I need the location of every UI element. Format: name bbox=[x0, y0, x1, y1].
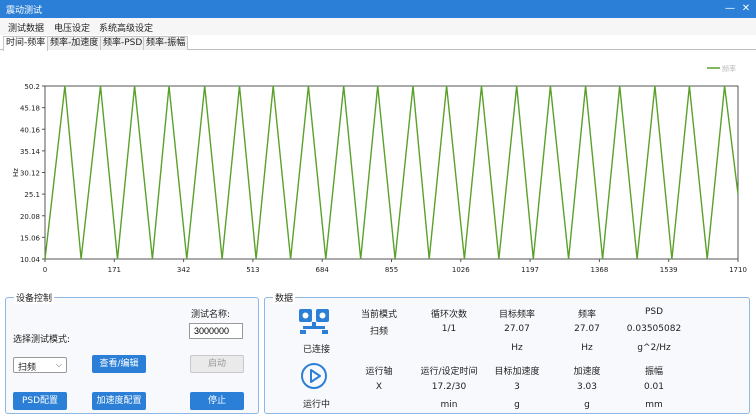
unit-target-acceleration: g bbox=[514, 400, 520, 410]
header-cycle-count: 循环次数 bbox=[430, 310, 467, 320]
x-tick-label: 171 bbox=[108, 266, 121, 274]
x-tick-label: 1710 bbox=[729, 266, 747, 274]
x-tick-label: 0 bbox=[43, 266, 47, 274]
accel-config-button[interactable]: 加速度配置 bbox=[92, 392, 146, 410]
menu-bar: 测试数据 电压设定 系统高级设定 bbox=[0, 18, 756, 35]
unit-run-set-time: min bbox=[440, 400, 458, 410]
x-tick-label: 1539 bbox=[660, 266, 678, 274]
tab-bar: 时间-频率 频率-加速度 频率-PSD 频率-振幅 bbox=[0, 35, 756, 51]
header-acceleration: 加速度 bbox=[573, 367, 601, 377]
tab-frequency-psd[interactable]: 频率-PSD bbox=[100, 36, 146, 50]
unit-amplitude: mm bbox=[645, 400, 663, 410]
device-control-title: 设备控制 bbox=[14, 291, 55, 304]
device-control-panel: 设备控制 测试名称: 选择测试模式: 扫频 ⌵ 查看/编辑 启动 PSD配置 加… bbox=[5, 291, 259, 414]
x-tick-label: 855 bbox=[385, 266, 398, 274]
header-run-axis: 运行轴 bbox=[365, 367, 393, 377]
mode-select[interactable]: 扫频 ⌵ bbox=[13, 357, 67, 373]
y-tick-label: 30.12 bbox=[20, 170, 40, 178]
value-target-acceleration: 3 bbox=[514, 382, 520, 392]
menu-voltage-setting[interactable]: 电压设定 bbox=[54, 21, 90, 34]
psd-config-button[interactable]: PSD配置 bbox=[13, 392, 67, 410]
frequency-series-line bbox=[44, 85, 739, 260]
value-acceleration: 3.03 bbox=[576, 382, 598, 392]
close-button[interactable]: ✕ bbox=[738, 1, 754, 17]
stop-button[interactable]: 停止 bbox=[190, 392, 244, 410]
x-tick-label: 1368 bbox=[590, 266, 608, 274]
start-button[interactable]: 启动 bbox=[190, 355, 244, 373]
legend-label: 频率 bbox=[722, 64, 736, 73]
tab-time-frequency[interactable]: 时间-频率 bbox=[3, 36, 49, 51]
x-tick-label: 1197 bbox=[521, 266, 539, 274]
data-panel-title: 数据 bbox=[273, 291, 296, 304]
time-frequency-chart: 50.2 45.18 40.16 35.14 30.12 25.1 20.08 15.06 10… bbox=[0, 51, 756, 280]
menu-advanced-settings[interactable]: 系统高级设定 bbox=[99, 21, 153, 34]
y-tick-label: 20.08 bbox=[20, 213, 40, 221]
x-tick-label: 684 bbox=[316, 266, 330, 274]
y-tick-label: 50.2 bbox=[24, 83, 40, 91]
connected-icon bbox=[299, 309, 329, 334]
title-bar: 震动测试 — ✕ bbox=[0, 0, 756, 18]
value-frequency: 27.07 bbox=[574, 324, 600, 334]
y-tick-label: 10.04 bbox=[20, 256, 41, 264]
view-edit-button[interactable]: 查看/编辑 bbox=[92, 355, 146, 373]
value-psd: 0.03505082 bbox=[626, 324, 682, 334]
chevron-down-icon: ⌵ bbox=[55, 360, 62, 369]
test-name-input[interactable] bbox=[189, 323, 243, 339]
value-current-mode: 扫频 bbox=[369, 327, 388, 337]
test-name-label: 测试名称: bbox=[191, 310, 231, 320]
tab-frequency-amplitude[interactable]: 频率-振幅 bbox=[143, 36, 189, 50]
value-run-set-time: 17.2/30 bbox=[431, 382, 467, 392]
x-tick-label: 342 bbox=[177, 266, 190, 274]
y-tick-label: 45.18 bbox=[20, 105, 40, 113]
chart-canvas: 50.2 45.18 40.16 35.14 30.12 25.1 20.08 15.06 10… bbox=[12, 64, 747, 274]
unit-frequency: Hz bbox=[581, 343, 593, 353]
header-target-frequency: 目标频率 bbox=[498, 310, 535, 320]
mode-select-value: 扫频 bbox=[18, 363, 37, 373]
x-tick-label: 513 bbox=[246, 266, 259, 274]
mode-label: 选择测试模式: bbox=[13, 335, 71, 345]
x-tick-label: 1026 bbox=[452, 266, 470, 274]
header-psd: PSD bbox=[644, 307, 664, 317]
data-panel: 数据 已连接 运行中 当前模式 循环次数 目标频率 频率 PSD 扫频 1/1 … bbox=[264, 291, 750, 414]
y-tick-label: 25.1 bbox=[24, 191, 40, 199]
tab-frequency-acceleration[interactable]: 频率-加速度 bbox=[47, 36, 102, 50]
play-circle-icon bbox=[301, 363, 327, 389]
value-target-frequency: 27.07 bbox=[504, 324, 530, 334]
running-label: 运行中 bbox=[303, 400, 331, 410]
unit-target-frequency: Hz bbox=[511, 343, 523, 353]
header-run-set-time: 运行/设定时间 bbox=[420, 367, 478, 377]
y-tick-label: 40.16 bbox=[20, 126, 41, 134]
y-tick-label: 35.14 bbox=[20, 148, 41, 156]
connected-label: 已连接 bbox=[303, 345, 331, 355]
header-target-acceleration: 目标加速度 bbox=[494, 367, 540, 377]
header-frequency: 频率 bbox=[577, 310, 596, 320]
value-cycle-count: 1/1 bbox=[441, 324, 457, 334]
unit-psd: g^2/Hz bbox=[637, 343, 671, 353]
header-amplitude: 振幅 bbox=[644, 367, 663, 377]
unit-acceleration: g bbox=[584, 400, 590, 410]
y-axis-label: Hz bbox=[12, 168, 20, 177]
value-amplitude: 0.01 bbox=[643, 382, 665, 392]
y-tick-label: 15.06 bbox=[20, 234, 41, 242]
header-current-mode: 当前模式 bbox=[360, 310, 397, 320]
value-run-axis: X bbox=[375, 382, 383, 392]
minimize-button[interactable]: — bbox=[722, 1, 738, 17]
window-title: 震动测试 bbox=[6, 6, 43, 16]
menu-test-data[interactable]: 测试数据 bbox=[8, 21, 44, 34]
